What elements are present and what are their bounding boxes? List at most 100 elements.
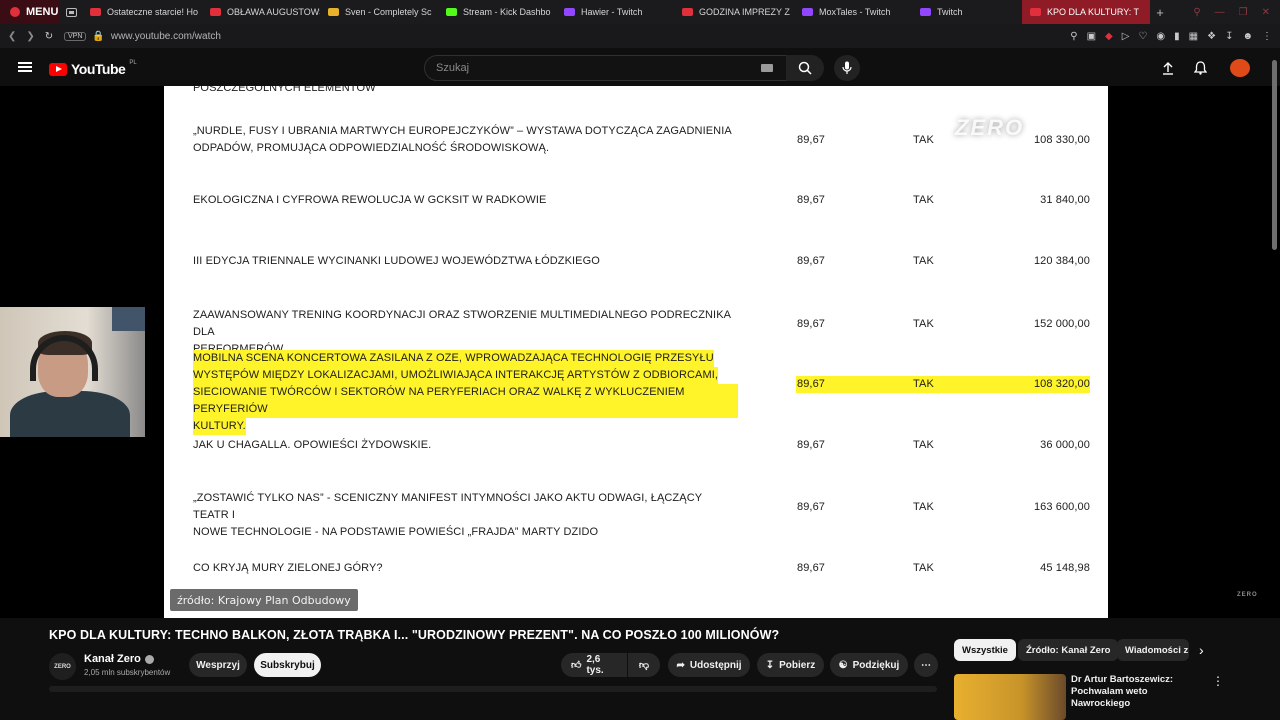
support-button[interactable]: Wesprzyj	[189, 653, 247, 677]
download-button[interactable]: ↧ Pobierz	[757, 653, 824, 677]
browser-tab[interactable]: OBŁAWA AUGUSTOWS	[202, 0, 320, 24]
browser-tab[interactable]: GODZINA IMPREZY Z	[674, 0, 794, 24]
puzzle-icon[interactable]: ❖	[1207, 31, 1216, 42]
user-avatar[interactable]	[1230, 59, 1250, 77]
browser-tab[interactable]: Stream - Kick Dashbo	[438, 0, 556, 24]
browser-tab-label: Ostateczne starcie! Ho	[107, 7, 199, 17]
page-scrollbar[interactable]	[1272, 60, 1277, 250]
download-icon[interactable]: ↧	[1225, 31, 1233, 42]
youtube-logo[interactable]: YouTube PL	[49, 60, 137, 77]
recommendation-thumbnail[interactable]	[954, 674, 1066, 720]
search-button[interactable]	[786, 55, 824, 81]
chip-news[interactable]: Wiadomości z	[1117, 639, 1189, 661]
snapshot-icon[interactable]: ▣	[1087, 31, 1096, 42]
thumbs-up-icon: 👍︎	[571, 660, 582, 671]
tab-overview-icon[interactable]	[60, 0, 82, 24]
browser-tab-label: Sven - Completely Sc	[345, 7, 432, 17]
approval-cell: TAK	[913, 133, 934, 146]
youtube-icon	[682, 8, 693, 16]
search-tabs-icon[interactable]: ⚲	[1193, 7, 1200, 18]
browser-tab[interactable]: MoxTales - Twitch	[794, 0, 912, 24]
browser-tab-label: OBŁAWA AUGUSTOWS	[227, 7, 320, 17]
browser-tab[interactable]: Ostateczne starcie! Ho	[82, 0, 202, 24]
address-bar: ❮ ❯ ↻ VPN 🔒 www.youtube.com/watch ⚲ ▣ ◆ …	[0, 24, 1280, 48]
score-cell: 89,67	[797, 317, 826, 330]
upload-icon[interactable]	[1160, 60, 1176, 76]
project-title: EKOLOGICZNA I CYFROWA REWOLUCJA W GCKSIT…	[193, 192, 738, 209]
play-icon[interactable]: ▷	[1122, 31, 1130, 42]
heart-icon[interactable]: ♡	[1138, 31, 1147, 42]
reload-icon[interactable]: ↻	[45, 31, 53, 42]
vpn-badge[interactable]: VPN	[64, 31, 87, 41]
lock-icon: 🔒	[92, 30, 105, 42]
channel-name-text: Kanał Zero	[84, 653, 141, 665]
browser-tab[interactable]: Twitch	[912, 0, 1022, 24]
restore-icon[interactable]: ❐	[1239, 7, 1248, 18]
browser-tab[interactable]: Hawier - Twitch	[556, 0, 674, 24]
twitch-muted-icon	[802, 8, 813, 16]
video-title: KPO DLA KULTURY: TECHNO BALKON, ZŁOTA TR…	[49, 628, 780, 642]
extension-icon[interactable]: ◉	[1156, 31, 1165, 42]
browser-tab-label: MoxTales - Twitch	[819, 7, 891, 17]
like-count: 2,6 tys.	[586, 654, 604, 676]
amount-cell: 108 330,00	[1033, 133, 1090, 146]
approval-cell: TAK	[913, 562, 934, 574]
calendar-icon[interactable]: ▦	[1189, 31, 1198, 42]
video-player[interactable]: POSZCZEGÓLNYCH ELEMENTÓW „NURDLE, FUSY I…	[0, 86, 1280, 618]
wallet-icon[interactable]: ▮	[1174, 31, 1180, 42]
video-details: KPO DLA KULTURY: TECHNO BALKON, ZŁOTA TR…	[0, 618, 1280, 720]
dislike-button[interactable]: 👎︎	[628, 653, 660, 677]
chip-source[interactable]: Źródło: Kanał Zero	[1018, 639, 1119, 661]
shield-icon[interactable]: ◆	[1105, 31, 1113, 42]
thanks-button[interactable]: ☯ Podziękuj	[830, 653, 908, 677]
profile-icon[interactable]: ☻	[1242, 31, 1253, 42]
browser-tab[interactable]: KPO DLA KULTURY: T	[1022, 0, 1150, 24]
description-box[interactable]	[49, 686, 937, 692]
browser-tab[interactable]: Sven - Completely Sc	[320, 0, 438, 24]
youtube-play-icon	[49, 62, 67, 76]
project-title-line: JAK U CHAGALLA. OPOWIEŚCI ŻYDOWSKIE.	[193, 439, 432, 451]
subscribe-button[interactable]: Subskrybuj	[254, 653, 321, 677]
project-title-line: „NURDLE, FUSY I UBRANIA MARTWYCH EUROPEJ…	[193, 125, 732, 137]
back-icon[interactable]: ❮	[8, 31, 16, 42]
close-icon[interactable]: ✕	[1262, 7, 1270, 18]
browser-tab-label: GODZINA IMPREZY Z	[699, 7, 790, 17]
minimize-icon[interactable]: —	[1215, 7, 1225, 18]
chip-all[interactable]: Wszystkie	[954, 639, 1016, 661]
more-actions-button[interactable]: ⋯	[914, 653, 938, 677]
channel-name[interactable]: Kanał Zero	[84, 653, 154, 665]
region-code: PL	[129, 60, 137, 66]
browser-tab-label: Twitch	[937, 7, 963, 17]
youtube-icon	[210, 8, 221, 16]
menu-icon[interactable]	[18, 62, 32, 72]
search-icon	[798, 61, 812, 75]
wall-poster	[112, 307, 145, 331]
keyboard-icon[interactable]	[761, 64, 773, 72]
channel-avatar[interactable]: ZERO	[49, 653, 76, 680]
more-icon[interactable]: ⋮	[1262, 31, 1272, 42]
streamer-body	[10, 391, 130, 437]
approval-cell: TAK	[913, 439, 934, 451]
forward-icon[interactable]: ❯	[26, 31, 34, 42]
share-button[interactable]: ➦ Udostępnij	[668, 653, 750, 677]
subscribe-label: Subskrybuj	[260, 659, 315, 671]
notifications-bell-icon[interactable]	[1192, 60, 1208, 76]
pin-icon[interactable]: ⚲	[1070, 31, 1077, 42]
browser-menu-button[interactable]: MENU	[0, 0, 60, 24]
new-tab-button[interactable]: +	[1150, 0, 1170, 24]
like-button[interactable]: 👍︎ 2,6 tys.	[561, 653, 627, 677]
voice-search-button[interactable]	[834, 55, 860, 81]
chevron-right-icon[interactable]: ›	[1199, 642, 1204, 658]
search-input[interactable]: Szukaj	[424, 55, 788, 81]
url-field[interactable]: www.youtube.com/watch	[111, 31, 221, 42]
youtube-header: YouTube PL Szukaj	[0, 48, 1280, 86]
recommendation-title[interactable]: Dr Artur Bartoszewicz: Pochwalam weto Na…	[1071, 674, 1181, 710]
youtube-wordmark: YouTube	[71, 61, 126, 77]
browser-tab-strip: MENU Ostateczne starcie! Ho OBŁAWA AUGUST…	[0, 0, 1280, 24]
amount-cell: 163 600,00	[1033, 500, 1090, 513]
recommendation-menu-icon[interactable]: ⋮	[1212, 674, 1224, 688]
crown-icon	[328, 8, 339, 16]
microphone-icon	[842, 61, 852, 74]
approval-cell: TAK	[913, 500, 934, 513]
thanks-label: Podziękuj	[852, 659, 900, 671]
